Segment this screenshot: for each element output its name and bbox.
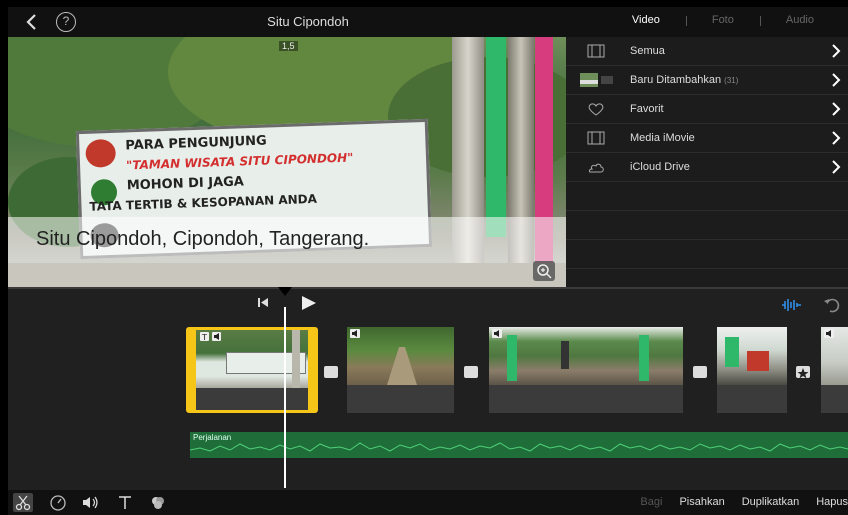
audio-track[interactable]: Perjalanan (190, 432, 848, 458)
clip-cart (747, 351, 769, 371)
library-item-label-text: Baru Ditambahkan (630, 74, 722, 86)
film-icon (587, 44, 605, 58)
sign-line: TATA TERTIB & KESOPANAN ANDA (89, 191, 318, 214)
speaker-icon (824, 329, 834, 338)
library-item-recent[interactable]: Baru Ditambahkan (31) (566, 66, 848, 95)
tab-foto[interactable]: Foto (685, 14, 760, 26)
video-clip-selected[interactable]: T (186, 327, 318, 413)
bottom-toolbar: Bagi Pisahkan Duplikatkan Hapus (8, 490, 848, 515)
library-empty-row (566, 182, 848, 211)
library-item-icloud[interactable]: iCloud Drive (566, 153, 848, 182)
speedometer-icon (50, 495, 66, 511)
svg-text:T: T (201, 333, 207, 342)
undo-icon[interactable] (822, 296, 842, 314)
tab-video[interactable]: Video (606, 14, 686, 26)
detach-button[interactable]: Pisahkan (679, 496, 724, 508)
video-viewer[interactable]: PARA PENGUNJUNG "TAMAN WISATA SITU CIPON… (8, 37, 566, 287)
sign-line: MOHON DI JAGA (126, 174, 245, 194)
filter-icon (152, 497, 164, 509)
library-item-label: Baru Ditambahkan (31) (630, 74, 738, 86)
audio-waveform-icon[interactable] (780, 297, 802, 313)
library-item-imovie[interactable]: Media iMovie (566, 124, 848, 153)
volume-icon (83, 496, 98, 509)
playhead[interactable] (284, 307, 286, 488)
scissors-tool[interactable] (13, 493, 33, 512)
scissors-icon (15, 495, 31, 511)
clip-thumbnail (717, 327, 787, 385)
text-icon (119, 496, 131, 509)
speaker-icon (492, 329, 502, 338)
clip-thumbnail (347, 327, 454, 385)
timeline[interactable]: T Perjalanan (8, 287, 848, 490)
sign-logo (85, 138, 117, 168)
clip-badges: T (200, 332, 221, 342)
clip-flag (507, 335, 517, 381)
library-item-count: (31) (724, 76, 739, 85)
playback-icons (258, 296, 316, 310)
duplicate-button[interactable]: Duplikatkan (742, 496, 799, 508)
green-flag (486, 37, 506, 237)
video-clip[interactable] (489, 327, 683, 413)
zoom-icon (537, 264, 552, 279)
clip-actions: Bagi Pisahkan Duplikatkan Hapus (623, 496, 848, 508)
top-bar: ? Situ Cipondoh Video Foto Audio (8, 7, 848, 37)
chevron-right-icon (832, 44, 841, 58)
sign-line: PARA PENGUNJUNG (125, 133, 267, 154)
library-item-label: iCloud Drive (630, 161, 690, 173)
transition-icon[interactable] (693, 366, 707, 378)
transition-icon[interactable] (464, 366, 478, 378)
star-icon (797, 368, 809, 379)
speed-tool[interactable] (48, 493, 68, 512)
media-library: Semua Baru Ditambahkan (31) Favorit Medi… (566, 37, 848, 287)
zoom-button[interactable] (533, 261, 555, 281)
speed-badge: 1,5 (279, 41, 298, 51)
ground (8, 263, 566, 287)
chevron-right-icon (832, 131, 841, 145)
play-icon (302, 296, 316, 310)
clip-flag (639, 335, 649, 381)
library-item-label: Semua (630, 45, 665, 57)
video-clip[interactable] (347, 327, 454, 413)
thumbnail-icon (580, 73, 613, 87)
delete-button[interactable]: Hapus (816, 496, 848, 508)
library-empty-row (566, 211, 848, 240)
library-item-label: Favorit (630, 103, 664, 115)
chevron-right-icon (832, 102, 841, 116)
volume-tool[interactable] (80, 493, 100, 512)
library-item-favorit[interactable]: Favorit (566, 95, 848, 124)
chevron-right-icon (832, 160, 841, 174)
timeline-divider (8, 287, 848, 289)
tab-audio[interactable]: Audio (759, 14, 840, 26)
audio-track-label: Perjalanan (193, 433, 232, 442)
title-caption[interactable]: Situ Cipondoh, Cipondoh, Tangerang. (36, 228, 369, 251)
video-clip[interactable] (717, 327, 787, 413)
split-button[interactable]: Bagi (640, 496, 662, 508)
transition-icon[interactable] (324, 366, 338, 378)
film-icon (587, 131, 605, 145)
clip-pole (292, 330, 300, 388)
star-transition-icon[interactable] (796, 366, 810, 379)
title-tool[interactable] (115, 493, 135, 512)
cloud-icon (588, 163, 604, 173)
filter-tool[interactable] (148, 493, 168, 512)
chevron-right-icon (832, 73, 841, 87)
library-empty-row (566, 240, 848, 269)
clip-person (561, 341, 569, 369)
library-item-label: Media iMovie (630, 132, 695, 144)
library-item-semua[interactable]: Semua (566, 37, 848, 66)
clip-path (387, 347, 417, 385)
clip-thumbnail (489, 327, 683, 385)
sign-line: "TAMAN WISATA SITU CIPONDOH" (125, 150, 354, 173)
video-clip[interactable] (821, 327, 848, 413)
skip-to-start-icon (258, 298, 268, 307)
clip-flag (725, 337, 739, 367)
speaker-icon (350, 329, 360, 338)
playback-controls (256, 295, 316, 316)
heart-icon (588, 103, 604, 116)
project-title: Situ Cipondoh (267, 14, 349, 29)
media-tabs: Video Foto Audio (606, 14, 840, 26)
audio-waveform (190, 442, 848, 452)
